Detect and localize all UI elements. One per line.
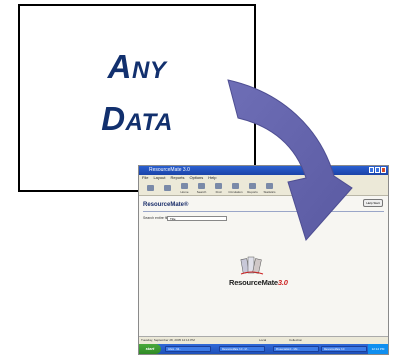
curved-arrow-icon bbox=[227, 79, 353, 241]
